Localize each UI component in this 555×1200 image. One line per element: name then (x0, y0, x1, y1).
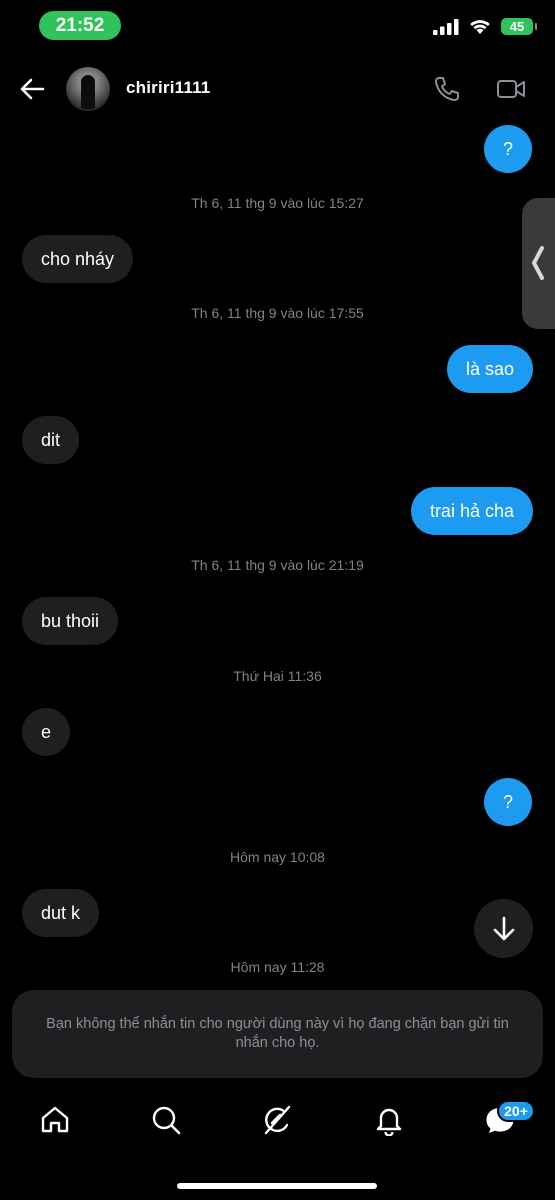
chevron-left-icon (532, 246, 544, 280)
chat-header: chiriri1111 (0, 60, 555, 118)
message-outgoing[interactable]: ? (484, 125, 532, 173)
video-camera-icon (497, 80, 525, 98)
blocked-notice: Bạn không thể nhắn tin cho người dùng nà… (12, 990, 543, 1078)
bell-icon (376, 1108, 402, 1137)
message-timestamp: Th 6, 11 thg 9 vào lúc 21:19 (191, 557, 364, 573)
message-incoming[interactable]: bu thoii (22, 597, 119, 645)
video-call-button[interactable] (495, 75, 527, 103)
chat-username[interactable]: chiriri1111 (126, 78, 210, 98)
message-outgoing[interactable]: là sao (446, 345, 533, 393)
home-icon (41, 1106, 69, 1133)
message-incoming[interactable]: e (22, 708, 71, 756)
wifi-icon (470, 19, 490, 34)
home-indicator (177, 1183, 377, 1189)
message-timestamp: Th 6, 11 thg 9 vào lúc 17:55 (191, 305, 364, 321)
nav-search[interactable] (150, 1104, 182, 1136)
arrow-left-icon (20, 78, 45, 100)
messages-badge: 20+ (497, 1100, 535, 1122)
nav-grok[interactable] (261, 1104, 293, 1136)
grok-icon (264, 1105, 291, 1135)
avatar[interactable] (66, 67, 110, 111)
message-timestamp: Hôm nay 10:08 (230, 849, 325, 865)
message-timestamp: Thứ Hai 11:36 (233, 668, 322, 684)
message-outgoing[interactable]: trai hả cha (410, 487, 533, 535)
message-timestamp: Hôm nay 11:28 (230, 959, 325, 975)
message-timestamp: Th 6, 11 thg 9 vào lúc 15:27 (191, 195, 364, 211)
message-incoming[interactable]: dit (22, 416, 80, 464)
battery-icon: 45 (501, 18, 537, 35)
nav-home[interactable] (39, 1104, 71, 1136)
search-icon (152, 1106, 181, 1135)
nav-notifications[interactable] (373, 1104, 405, 1137)
bottom-nav (0, 1098, 555, 1148)
signal-icon (433, 18, 459, 35)
message-incoming[interactable]: dut k (22, 889, 100, 937)
status-time: 21:52 (39, 11, 121, 40)
message-incoming[interactable]: cho nháy (22, 235, 134, 283)
message-outgoing[interactable]: ? (484, 778, 532, 826)
arrow-down-icon (493, 916, 515, 941)
status-icons: 45 (433, 18, 537, 35)
call-button[interactable] (432, 74, 462, 104)
back-button[interactable] (16, 73, 50, 105)
phone-icon (435, 77, 459, 101)
scroll-to-bottom-button[interactable] (474, 899, 533, 958)
